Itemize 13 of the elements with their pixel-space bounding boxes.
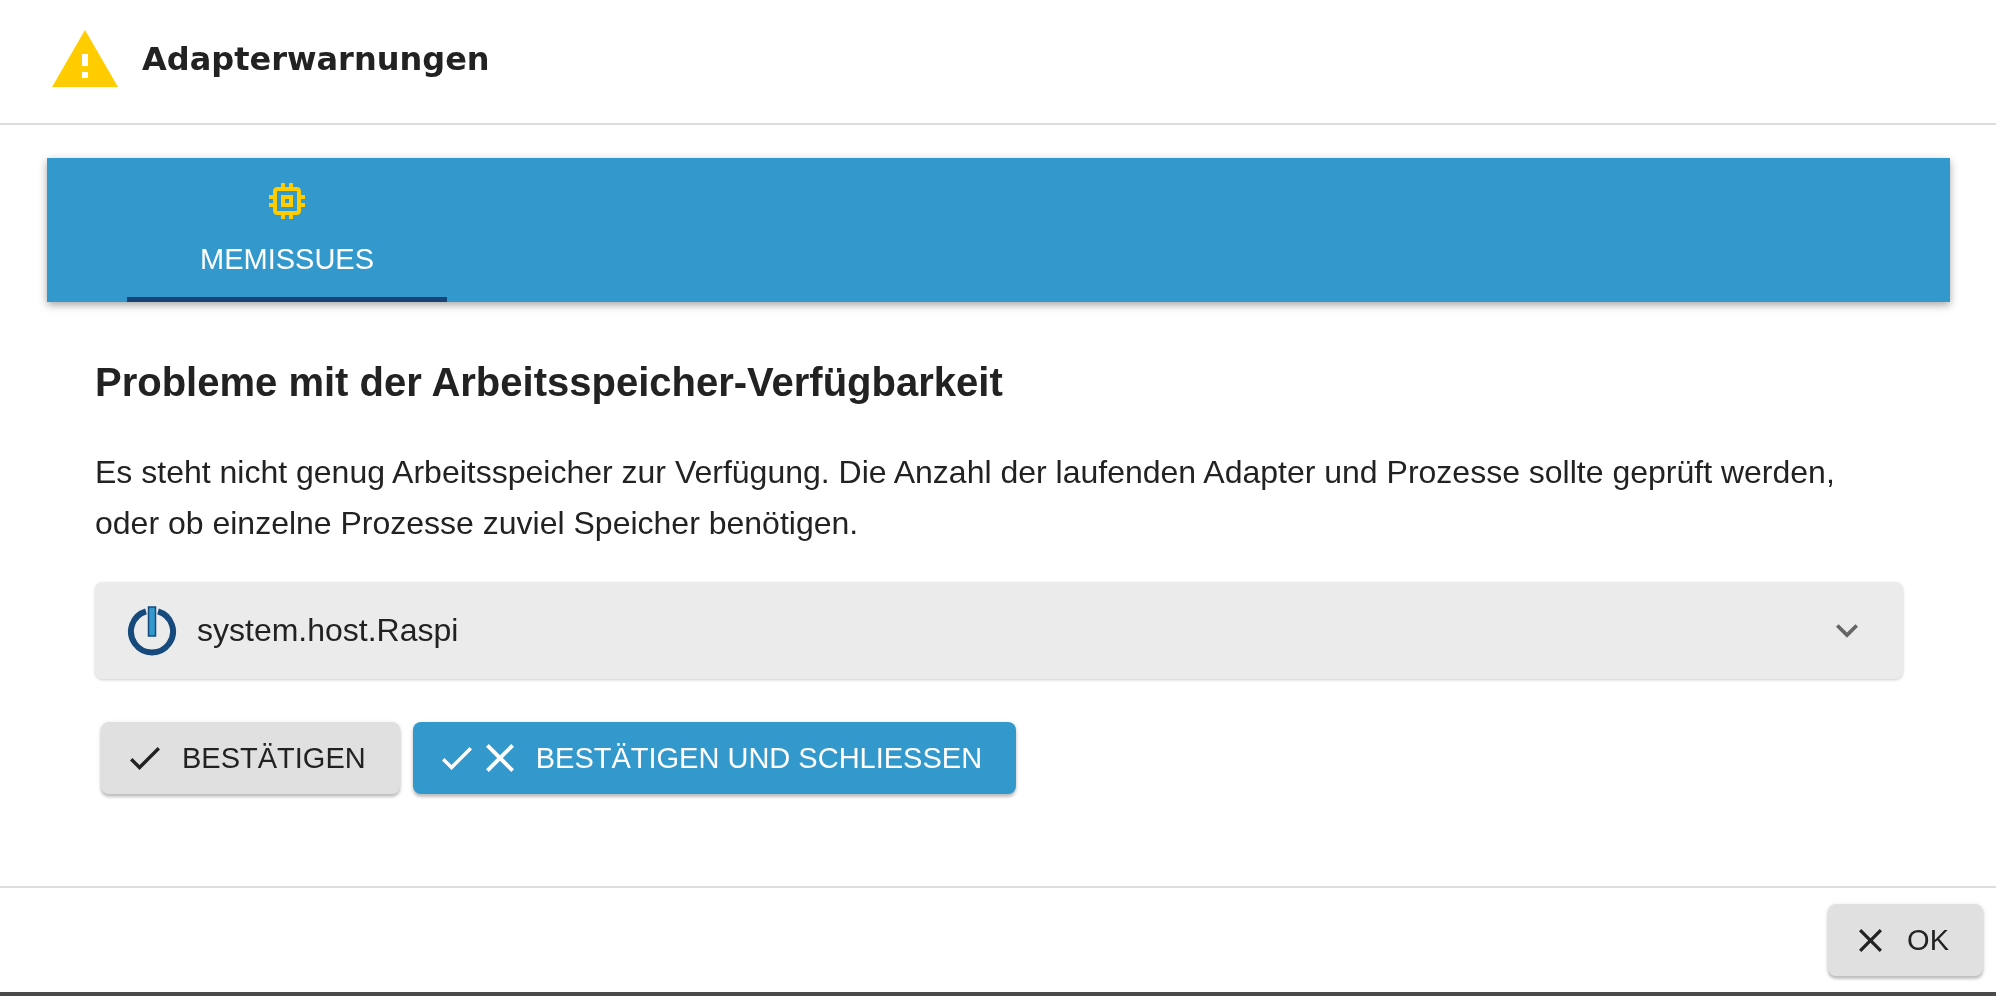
close-icon xyxy=(1859,928,1883,952)
chip-icon xyxy=(269,183,305,219)
section-description: Es steht nicht genug Arbeitsspeicher zur Verfügung. Die Anzahl der laufenden Adapter und Prozesse sollte geprüft werden, oder ob einzelne Prozesse zuviel Speicher benötigen. xyxy=(95,453,1836,543)
confirm-button[interactable]: BESTÄTIGEN xyxy=(101,722,400,794)
ok-button[interactable]: OK xyxy=(1828,904,1983,976)
dialog-title: Adapterwarnungen xyxy=(142,38,490,79)
check-icon xyxy=(130,746,160,770)
logo-icon xyxy=(127,605,177,656)
close-icon xyxy=(485,744,514,772)
accordion-header[interactable]: system.host.Raspi xyxy=(95,582,1903,679)
section-heading: Probleme mit der Arbeitsspeicher-Verfügbarkeit xyxy=(95,359,1004,406)
warning-icon xyxy=(52,30,118,87)
check-icon xyxy=(441,746,472,770)
